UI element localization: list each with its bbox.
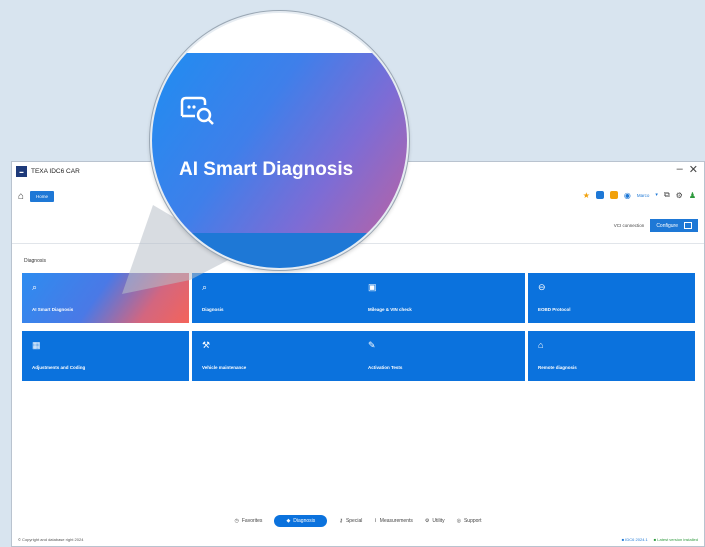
magnifier-callout: AI Smart Diagnosis	[150, 11, 409, 270]
magnified-tile	[152, 53, 407, 233]
magnified-tile-below	[152, 233, 407, 268]
magnified-label: AI Smart Diagnosis	[179, 159, 354, 180]
ai-diagnosis-icon	[180, 96, 214, 125]
